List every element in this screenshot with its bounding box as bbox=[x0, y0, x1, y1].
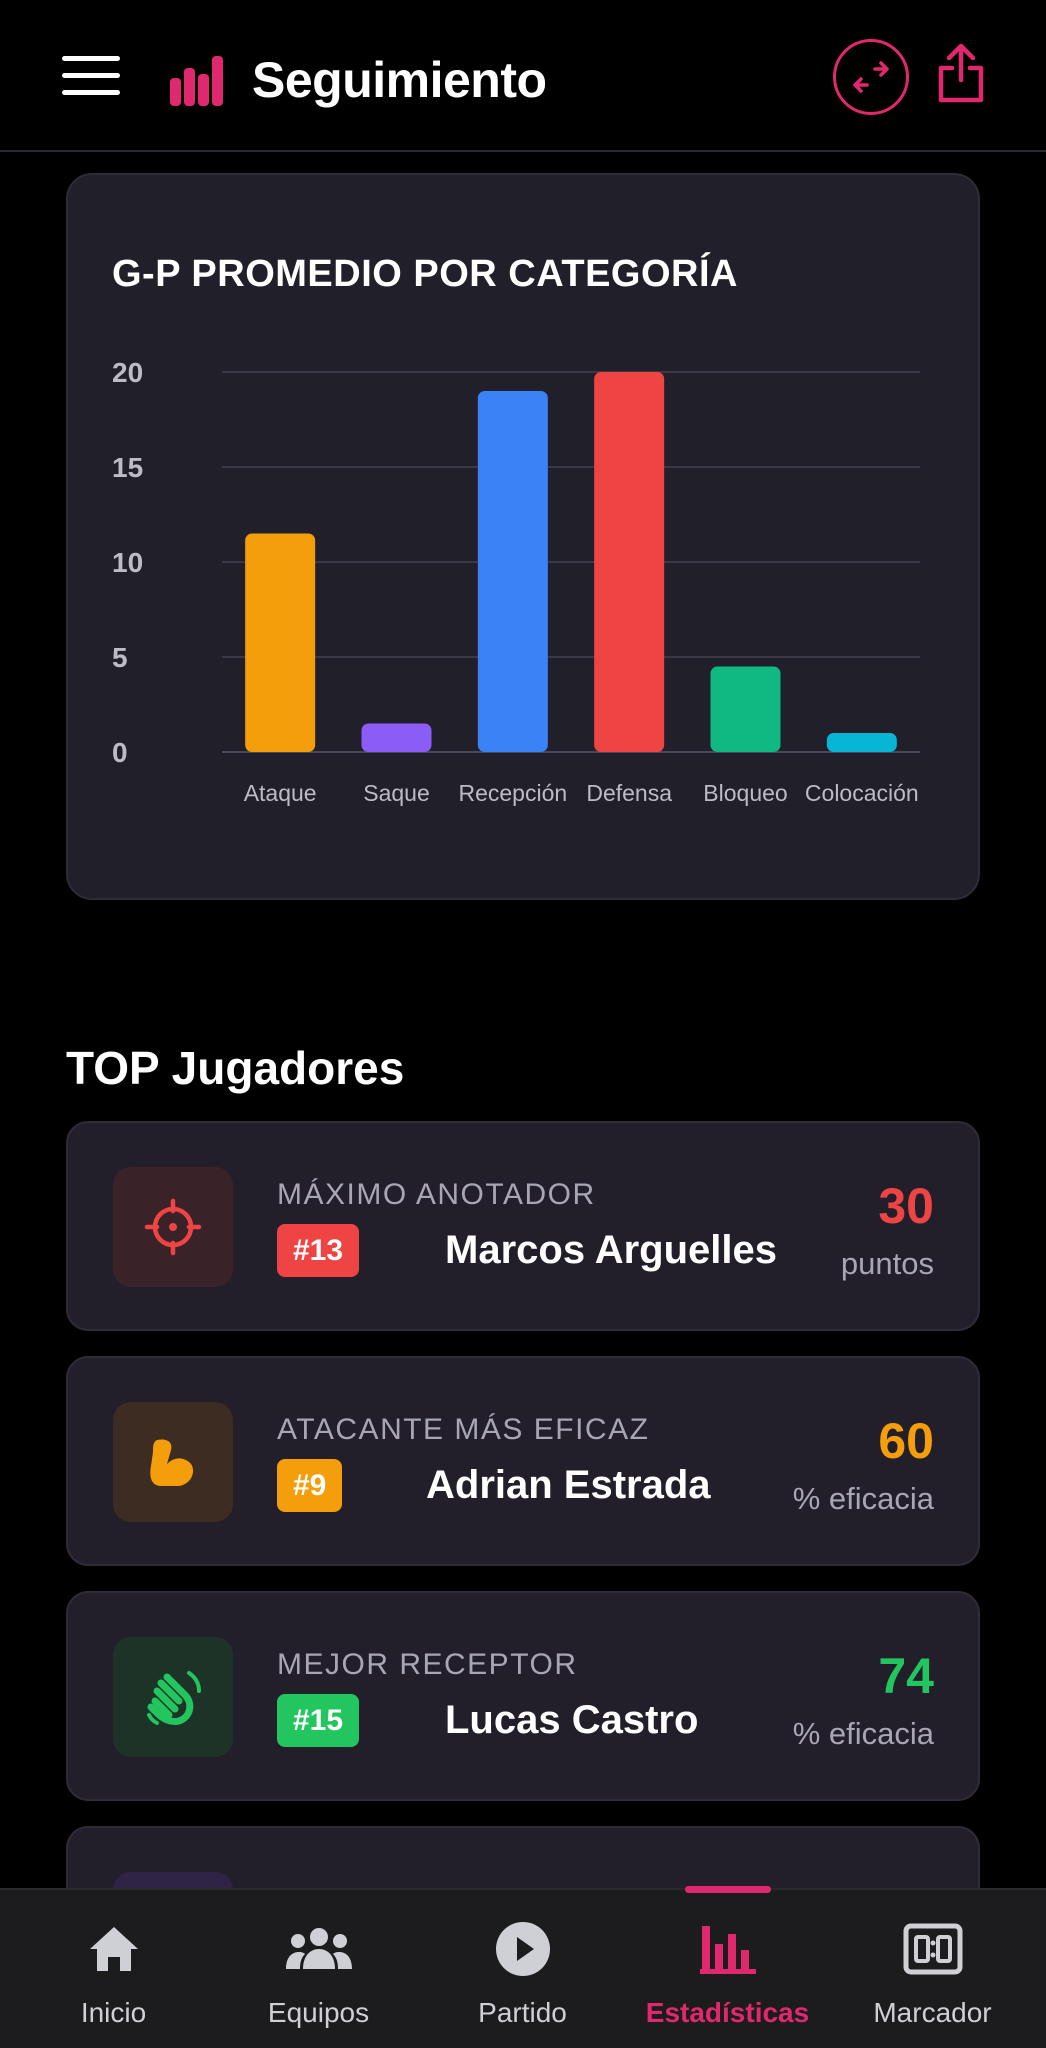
player-stat-unit: % eficacia bbox=[792, 1481, 934, 1516]
player-category-label: MEJOR RECEPTOR bbox=[277, 1648, 578, 1681]
flexed-arm-icon bbox=[150, 1439, 194, 1486]
x-tick-label: Saque bbox=[363, 780, 430, 806]
x-tick-label: Colocación bbox=[805, 780, 919, 806]
target-icon bbox=[144, 1198, 202, 1256]
bottom-navigation: Inicio Equipos Partido Estadísticas Marc… bbox=[0, 1886, 1046, 2048]
player-stat-value: 60 bbox=[878, 1413, 934, 1469]
player-icon-box bbox=[113, 1167, 233, 1287]
menu-icon-line bbox=[62, 56, 120, 61]
nav-label: Equipos bbox=[267, 1997, 370, 2028]
bar-chart: 0 5 10 15 20 Ataque Saque Recepción Defensa Bloqu… bbox=[112, 357, 920, 806]
y-tick-label: 10 bbox=[112, 547, 143, 578]
swap-arrows-icon bbox=[853, 61, 889, 93]
share-export-icon[interactable] bbox=[936, 42, 986, 104]
app-header: Seguimiento bbox=[0, 0, 1046, 152]
player-card-best-receiver[interactable]: MEJOR RECEPTOR #15 Lucas Castro 74 % efi… bbox=[66, 1591, 980, 1801]
x-tick-label: Ataque bbox=[244, 780, 317, 806]
waving-hands-icon bbox=[147, 1671, 201, 1725]
x-tick-label: Bloqueo bbox=[703, 780, 787, 806]
y-tick-label: 15 bbox=[112, 452, 143, 483]
y-tick-label: 0 bbox=[112, 737, 128, 768]
app-logo-bar-chart-icon bbox=[170, 56, 223, 106]
player-category-label: ATACANTE MÁS EFICAZ bbox=[277, 1413, 650, 1446]
player-card-partial[interactable] bbox=[66, 1826, 980, 1912]
top-players-title: TOP Jugadores bbox=[66, 1042, 405, 1094]
nav-item-partido[interactable]: Partido bbox=[418, 1890, 627, 2048]
y-tick-label: 5 bbox=[112, 642, 128, 673]
player-card-best-attacker[interactable]: ATACANTE MÁS EFICAZ #9 Adrian Estrada 60… bbox=[66, 1356, 980, 1566]
y-tick-label: 20 bbox=[112, 357, 143, 388]
player-icon-box bbox=[113, 1637, 233, 1757]
bar-ataque bbox=[245, 533, 316, 752]
nav-item-equipos[interactable]: Equipos bbox=[214, 1890, 423, 2048]
player-card-top-scorer[interactable]: MÁXIMO ANOTADOR #13 Marcos Arguelles 30 … bbox=[66, 1121, 980, 1331]
player-stat-value: 74 bbox=[878, 1648, 934, 1704]
chart-card: G-P PROMEDIO POR CATEGORÍA 0 5 10 15 20 Ataqu… bbox=[66, 173, 980, 900]
nav-label: Estadísticas bbox=[645, 1997, 810, 2028]
swap-button[interactable] bbox=[833, 39, 909, 115]
nav-item-estadisticas[interactable]: Estadísticas bbox=[623, 1890, 832, 2048]
group-icon bbox=[285, 1928, 352, 1969]
page-title: Seguimiento bbox=[252, 52, 547, 108]
bar-colocación bbox=[826, 733, 897, 752]
menu-icon-line bbox=[62, 90, 120, 95]
player-name: Lucas Castro bbox=[445, 1698, 699, 1742]
x-tick-label: Recepción bbox=[458, 780, 567, 806]
play-icon bbox=[495, 1922, 550, 1976]
player-number-badge: #13 bbox=[277, 1224, 360, 1277]
x-tick-label: Defensa bbox=[586, 780, 672, 806]
nav-item-marcador[interactable]: Marcador bbox=[828, 1890, 1037, 2048]
bar-saque bbox=[361, 723, 432, 752]
player-number-badge: #9 bbox=[277, 1459, 343, 1512]
bar-bloqueo bbox=[710, 666, 781, 752]
nav-item-inicio[interactable]: Inicio bbox=[9, 1890, 218, 2048]
home-icon bbox=[89, 1927, 138, 1971]
bar-recepción bbox=[477, 391, 548, 752]
player-stat-unit: % eficacia bbox=[792, 1716, 934, 1751]
player-name: Marcos Arguelles bbox=[445, 1228, 777, 1272]
player-category-label: MÁXIMO ANOTADOR bbox=[277, 1178, 596, 1211]
player-icon-box bbox=[113, 1402, 233, 1522]
scoreboard-icon bbox=[903, 1923, 962, 1975]
player-stat-unit: puntos bbox=[840, 1246, 934, 1281]
player-stat-value: 30 bbox=[878, 1178, 934, 1234]
player-number-badge: #15 bbox=[277, 1694, 360, 1747]
nav-label: Inicio bbox=[80, 1997, 147, 2028]
player-name: Adrian Estrada bbox=[426, 1463, 711, 1507]
nav-label: Marcador bbox=[873, 1997, 992, 2028]
bar-defensa bbox=[594, 372, 665, 752]
menu-button[interactable] bbox=[62, 52, 122, 98]
bar-chart-icon bbox=[699, 1926, 756, 1974]
menu-icon-line bbox=[62, 73, 120, 78]
nav-label: Partido bbox=[478, 1997, 567, 2028]
